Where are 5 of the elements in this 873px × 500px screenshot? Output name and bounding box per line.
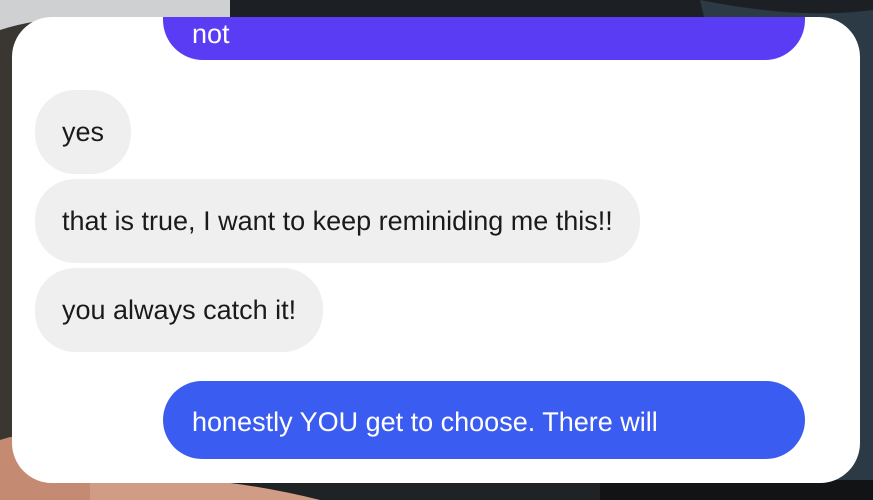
sent-message: honestly YOU get to choose. There will	[163, 381, 805, 459]
received-message: you always catch it!	[35, 268, 324, 352]
received-message: that is true, I want to keep reminiding me this!!	[35, 179, 640, 263]
received-message: yes	[35, 90, 132, 174]
sent-message: not	[163, 17, 805, 60]
